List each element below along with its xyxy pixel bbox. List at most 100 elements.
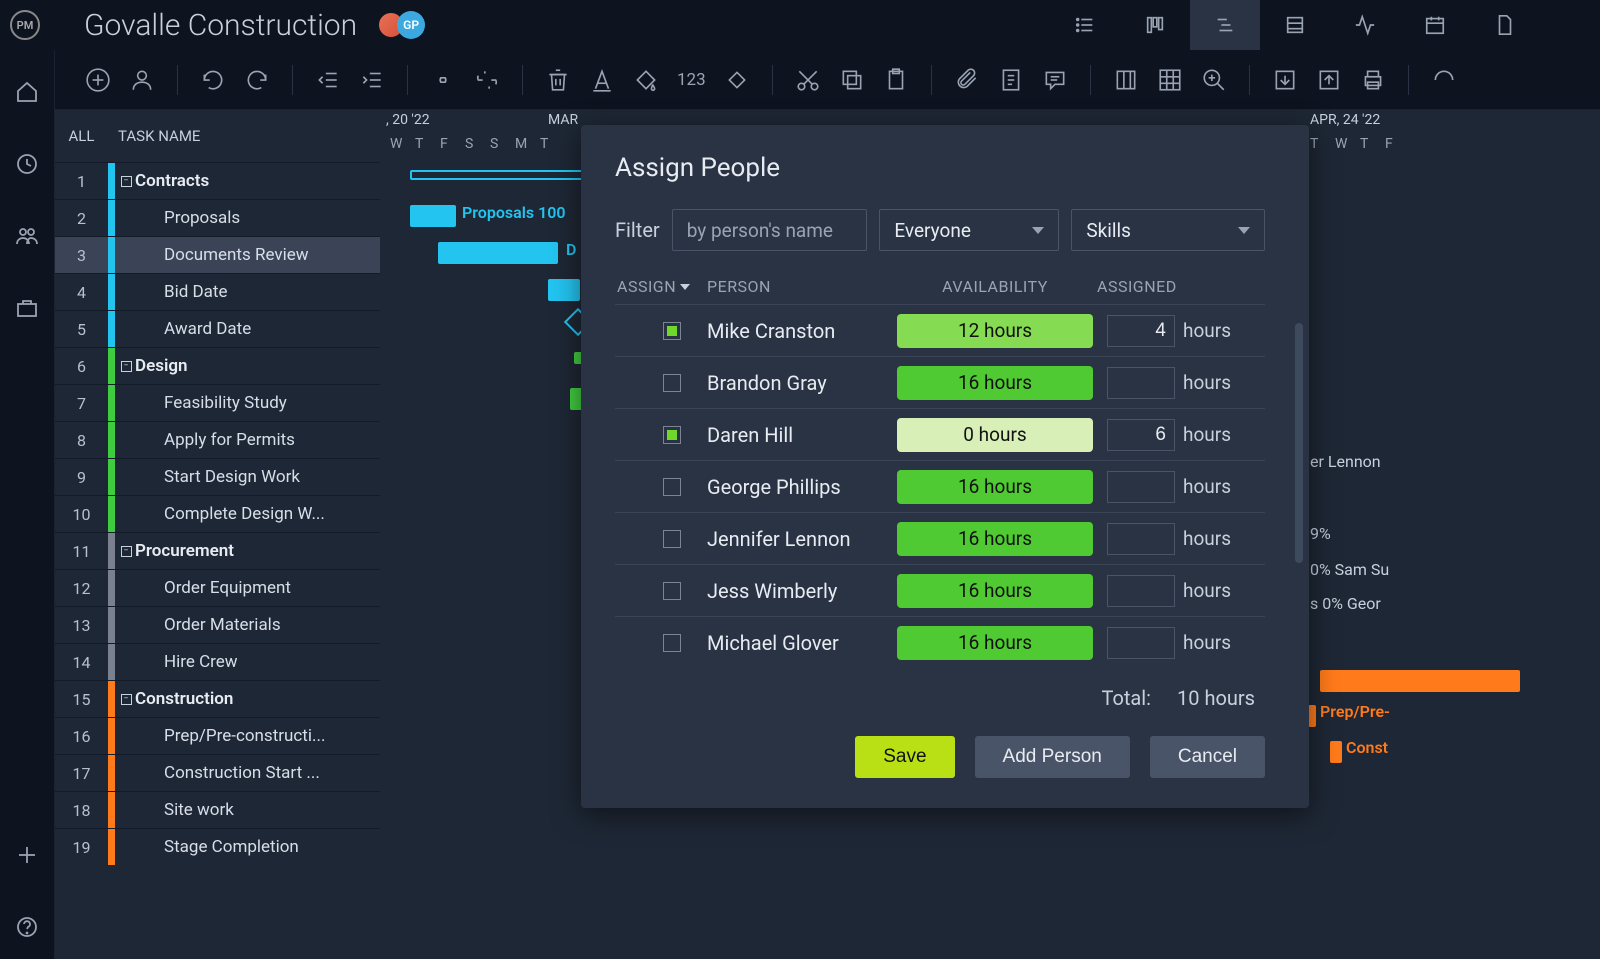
gantt-bar-prep[interactable] bbox=[1308, 705, 1316, 727]
sheet-view-icon[interactable] bbox=[1260, 0, 1330, 50]
person-icon[interactable] bbox=[129, 67, 155, 93]
task-row[interactable]: 7Feasibility Study bbox=[55, 384, 380, 421]
task-row[interactable]: 14Hire Crew bbox=[55, 643, 380, 680]
export-icon[interactable] bbox=[1316, 67, 1342, 93]
add-icon[interactable] bbox=[85, 67, 111, 93]
link-icon[interactable] bbox=[430, 67, 456, 93]
col-assign[interactable]: ASSIGN bbox=[615, 277, 707, 296]
filter-name-input[interactable]: by person's name bbox=[672, 209, 868, 251]
team-icon[interactable] bbox=[15, 224, 39, 248]
more-icon[interactable] bbox=[1431, 67, 1457, 93]
assign-checkbox[interactable] bbox=[663, 634, 681, 652]
assigned-hours-input[interactable] bbox=[1107, 627, 1175, 659]
briefcase-icon[interactable] bbox=[15, 296, 39, 320]
list-view-icon[interactable] bbox=[1050, 0, 1120, 50]
assigned-hours-input[interactable] bbox=[1107, 419, 1175, 451]
paste-icon[interactable] bbox=[883, 67, 909, 93]
modal-scrollbar[interactable] bbox=[1295, 323, 1303, 563]
task-row[interactable]: 6−Design bbox=[55, 347, 380, 384]
col-person[interactable]: PERSON bbox=[707, 277, 897, 296]
add-person-button[interactable]: Add Person bbox=[975, 736, 1130, 778]
clock-icon[interactable] bbox=[15, 152, 39, 176]
indent-icon[interactable] bbox=[359, 67, 385, 93]
fill-icon[interactable] bbox=[633, 67, 659, 93]
task-row[interactable]: 15−Construction bbox=[55, 680, 380, 717]
expand-icon[interactable]: − bbox=[119, 694, 133, 705]
task-row[interactable]: 13Order Materials bbox=[55, 606, 380, 643]
redo-icon[interactable] bbox=[244, 67, 270, 93]
gantt-bar-biddate[interactable] bbox=[548, 279, 580, 301]
board-view-icon[interactable] bbox=[1120, 0, 1190, 50]
font-icon[interactable] bbox=[589, 67, 615, 93]
avatars[interactable]: GP bbox=[377, 11, 425, 39]
filter-everyone-select[interactable]: Everyone bbox=[879, 209, 1059, 251]
assigned-hours-input[interactable] bbox=[1107, 575, 1175, 607]
task-row[interactable]: 11−Procurement bbox=[55, 532, 380, 569]
task-row[interactable]: 17Construction Start ... bbox=[55, 754, 380, 791]
calendar-view-icon[interactable] bbox=[1400, 0, 1470, 50]
gantt-bar-proposals[interactable] bbox=[410, 205, 456, 227]
file-view-icon[interactable] bbox=[1470, 0, 1540, 50]
columns-icon[interactable] bbox=[1113, 67, 1139, 93]
expand-icon[interactable]: − bbox=[119, 546, 133, 557]
outdent-icon[interactable] bbox=[315, 67, 341, 93]
assign-checkbox[interactable] bbox=[663, 322, 681, 340]
gantt-bar-docreview[interactable] bbox=[438, 242, 558, 264]
person-name: Jess Wimberly bbox=[707, 579, 897, 603]
col-assigned[interactable]: ASSIGNED bbox=[1093, 277, 1265, 296]
task-row[interactable]: 1−Contracts bbox=[55, 162, 380, 199]
task-row[interactable]: 3Documents Review bbox=[55, 236, 380, 273]
task-row[interactable]: 16Prep/Pre-constructi... bbox=[55, 717, 380, 754]
task-row[interactable]: 18Site work bbox=[55, 791, 380, 828]
task-row[interactable]: 10Complete Design W... bbox=[55, 495, 380, 532]
zoom-icon[interactable] bbox=[1201, 67, 1227, 93]
grid-icon[interactable] bbox=[1157, 67, 1183, 93]
assign-checkbox[interactable] bbox=[663, 478, 681, 496]
cancel-button[interactable]: Cancel bbox=[1150, 736, 1265, 778]
task-row[interactable]: 4Bid Date bbox=[55, 273, 380, 310]
gantt-bar-consstart[interactable] bbox=[1330, 741, 1342, 763]
activity-view-icon[interactable] bbox=[1330, 0, 1400, 50]
diamond-icon[interactable] bbox=[724, 67, 750, 93]
print-icon[interactable] bbox=[1360, 67, 1386, 93]
assign-checkbox[interactable] bbox=[663, 530, 681, 548]
gantt-bar-construction[interactable] bbox=[1320, 670, 1520, 692]
gantt-bar-contracts[interactable] bbox=[410, 170, 590, 180]
copy-icon[interactable] bbox=[839, 67, 865, 93]
plus-icon[interactable] bbox=[15, 843, 39, 867]
task-row[interactable]: 2Proposals bbox=[55, 199, 380, 236]
trash-icon[interactable] bbox=[545, 67, 571, 93]
gantt-day: T bbox=[1310, 136, 1318, 152]
expand-icon[interactable]: − bbox=[119, 176, 133, 187]
assigned-hours-input[interactable] bbox=[1107, 471, 1175, 503]
assign-checkbox[interactable] bbox=[663, 374, 681, 392]
task-row[interactable]: 8Apply for Permits bbox=[55, 421, 380, 458]
assign-checkbox[interactable] bbox=[663, 426, 681, 444]
gantt-view-icon[interactable] bbox=[1190, 0, 1260, 50]
attach-icon[interactable] bbox=[954, 67, 980, 93]
help-icon[interactable] bbox=[15, 915, 39, 939]
comment-icon[interactable] bbox=[1042, 67, 1068, 93]
app-logo[interactable]: PM bbox=[10, 10, 40, 40]
task-row[interactable]: 19Stage Completion bbox=[55, 828, 380, 865]
assigned-hours-input[interactable] bbox=[1107, 315, 1175, 347]
home-icon[interactable] bbox=[15, 80, 39, 104]
note-icon[interactable] bbox=[998, 67, 1024, 93]
col-all[interactable]: ALL bbox=[55, 127, 108, 145]
unlink-icon[interactable] bbox=[474, 67, 500, 93]
filter-skills-select[interactable]: Skills bbox=[1071, 209, 1265, 251]
import-icon[interactable] bbox=[1272, 67, 1298, 93]
task-row[interactable]: 12Order Equipment bbox=[55, 569, 380, 606]
assigned-hours-input[interactable] bbox=[1107, 523, 1175, 555]
undo-icon[interactable] bbox=[200, 67, 226, 93]
expand-icon[interactable]: − bbox=[119, 361, 133, 372]
assign-checkbox[interactable] bbox=[663, 582, 681, 600]
cut-icon[interactable] bbox=[795, 67, 821, 93]
task-row[interactable]: 5Award Date bbox=[55, 310, 380, 347]
save-button[interactable]: Save bbox=[855, 736, 954, 778]
col-task-name[interactable]: TASK NAME bbox=[108, 127, 200, 145]
assigned-hours-input[interactable] bbox=[1107, 367, 1175, 399]
col-availability[interactable]: AVAILABILITY bbox=[897, 277, 1093, 296]
avatar-initials[interactable]: GP bbox=[397, 11, 425, 39]
task-row[interactable]: 9Start Design Work bbox=[55, 458, 380, 495]
